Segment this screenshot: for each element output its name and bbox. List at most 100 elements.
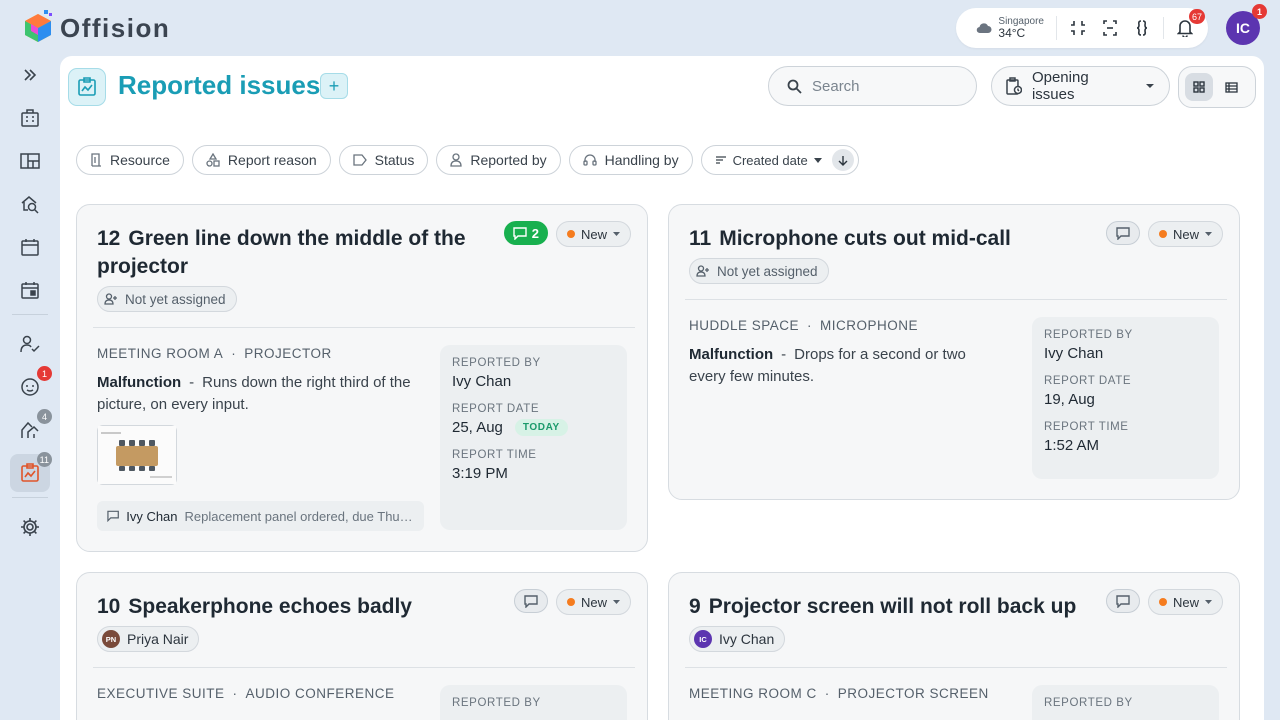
- comment-text: Replacement panel ordered, due Thursd...: [184, 508, 414, 524]
- status-pill: Singapore 34°C 67: [956, 8, 1208, 48]
- filter-status-label: Status: [374, 152, 415, 168]
- brackets-icon[interactable]: [1131, 17, 1153, 39]
- sidebar-item-handling[interactable]: 4: [10, 409, 52, 449]
- report-time-value: 3:19 PM: [452, 465, 615, 482]
- sidebar-item-calendar[interactable]: [10, 228, 50, 266]
- issue-card[interactable]: 9 Projector screen will not roll back up …: [668, 572, 1240, 720]
- filter-bar: Resource Report reason Status Reported b…: [76, 145, 859, 175]
- sidebar-item-buildings[interactable]: [10, 99, 50, 137]
- filter-reported-by[interactable]: Reported by: [436, 145, 561, 175]
- add-issue-button[interactable]: +: [320, 73, 348, 99]
- reported-issues-badge: 11: [36, 452, 52, 467]
- location-separator: ·: [824, 686, 830, 701]
- report-info: REPORTED BY: [1032, 685, 1219, 720]
- issue-location: MEETING ROOM A · PROJECTOR: [97, 346, 332, 361]
- visitor-icon: [21, 378, 39, 396]
- today-badge: TODAY: [514, 419, 568, 436]
- resource-name: AUDIO CONFERENCE: [245, 686, 395, 701]
- view-toggle: [1178, 66, 1256, 108]
- meeting-table-photo: [98, 426, 176, 484]
- sidebar: 1 4 11: [0, 56, 60, 551]
- comments-button[interactable]: [1105, 221, 1140, 245]
- issue-number: 10: [97, 595, 121, 618]
- search-field[interactable]: [768, 66, 977, 106]
- report-date: 25, Aug: [452, 419, 503, 436]
- filter-status[interactable]: Status: [338, 145, 429, 175]
- location-name: EXECUTIVE SUITE: [97, 686, 225, 701]
- assignee-chip[interactable]: Not yet assigned: [97, 286, 237, 312]
- status-label: New: [1172, 226, 1199, 242]
- assign-user-icon: [696, 265, 709, 277]
- fullscreen-icon[interactable]: [1067, 17, 1089, 39]
- sidebar-expand[interactable]: [10, 56, 50, 94]
- issue-card[interactable]: 12 Green line down the middle of the proj…: [76, 204, 648, 552]
- assignee-chip[interactable]: Not yet assigned: [689, 258, 829, 284]
- assignee-chip[interactable]: IC Ivy Chan: [689, 626, 786, 652]
- app-logo[interactable]: Offision: [22, 10, 170, 46]
- sidebar-item-bookings[interactable]: [10, 271, 50, 309]
- card-divider: [685, 299, 1227, 300]
- assignee-chip[interactable]: PN Priya Nair: [97, 626, 200, 652]
- grid-view-button[interactable]: [1185, 73, 1213, 101]
- assignee-avatar: PN: [102, 630, 120, 648]
- report-info: REPORTED BY Ivy Chan REPORT DATE 25, Aug…: [440, 345, 627, 530]
- calendar-icon: [21, 239, 39, 256]
- location-separator: ·: [807, 318, 813, 333]
- search-icon: [787, 79, 802, 94]
- weather-widget[interactable]: Singapore 34°C: [976, 15, 1057, 41]
- arrow-down-icon: [838, 155, 848, 166]
- filter-reported-by-label: Reported by: [470, 152, 547, 168]
- filter-report-reason[interactable]: Report reason: [191, 145, 331, 175]
- main-panel: Reported issues + Opening issues Resourc…: [60, 56, 1264, 720]
- report-date-label: REPORT DATE: [1044, 375, 1132, 387]
- list-view-button[interactable]: [1217, 73, 1245, 101]
- sidebar-item-find-space[interactable]: [10, 185, 50, 223]
- status-dropdown[interactable]: New: [555, 589, 631, 615]
- sort-created-date[interactable]: Created date: [700, 145, 859, 175]
- reported-by-label: REPORTED BY: [1044, 697, 1133, 709]
- latest-comment[interactable]: Ivy Chan Replacement panel ordered, due …: [97, 501, 424, 531]
- comment-count: 2: [531, 225, 539, 241]
- sidebar-item-reported-issues[interactable]: 11: [10, 452, 52, 492]
- visitors-badge: 1: [37, 366, 52, 381]
- user-check-icon: [20, 335, 40, 353]
- sidebar-item-visitors[interactable]: 1: [10, 366, 52, 406]
- tag-icon: [352, 154, 367, 166]
- shapes-icon: [206, 153, 220, 167]
- sort-direction-button[interactable]: [831, 149, 854, 171]
- sidebar-item-attendance[interactable]: [10, 325, 50, 363]
- notification-bell-icon[interactable]: 67: [1174, 9, 1205, 39]
- filter-resource[interactable]: Resource: [76, 145, 184, 175]
- status-dropdown[interactable]: New: [1147, 221, 1223, 247]
- issue-card[interactable]: 10 Speakerphone echoes badly New PN Priya…: [76, 572, 648, 720]
- card-divider: [93, 327, 635, 328]
- sidebar-item-floorplan[interactable]: [10, 142, 50, 180]
- report-info: REPORTED BY Ivy Chan REPORT DATE 19, Aug…: [1032, 317, 1219, 479]
- user-avatar[interactable]: IC 1: [1226, 4, 1267, 45]
- issue-card[interactable]: 11 Microphone cuts out mid-call New Not y…: [668, 204, 1240, 500]
- comments-button[interactable]: [1105, 589, 1140, 613]
- filter-handling-by[interactable]: Handling by: [568, 145, 693, 175]
- issue-title: 12 Green line down the middle of the proj…: [97, 225, 477, 281]
- reported-by-value: Ivy Chan: [452, 373, 615, 390]
- issue-filter-value: Opening issues: [1031, 69, 1089, 103]
- cloud-icon: [977, 23, 992, 34]
- chevron-down-icon: [613, 600, 620, 604]
- qr-scan-icon[interactable]: [1099, 17, 1121, 39]
- sort-label: Created date: [732, 152, 808, 168]
- status-dropdown[interactable]: New: [555, 221, 631, 247]
- comments-button[interactable]: 2: [503, 221, 548, 245]
- search-input[interactable]: [812, 77, 952, 95]
- issue-filter-select[interactable]: Opening issues: [991, 66, 1170, 106]
- logo-mark-icon: [25, 10, 52, 42]
- handling-badge: 4: [37, 409, 52, 424]
- issue-title: 9 Projector screen will not roll back up: [689, 593, 1109, 621]
- reported-by-label: REPORTED BY: [452, 697, 541, 709]
- sidebar-item-settings[interactable]: [10, 508, 50, 546]
- status-dropdown[interactable]: New: [1147, 589, 1223, 615]
- comments-button[interactable]: [513, 589, 548, 613]
- report-date-value: 19, Aug: [1044, 391, 1207, 408]
- issue-photo-thumbnail[interactable]: [97, 425, 177, 485]
- assignee-name: Not yet assigned: [125, 291, 226, 307]
- filter-handling-by-label: Handling by: [604, 152, 679, 168]
